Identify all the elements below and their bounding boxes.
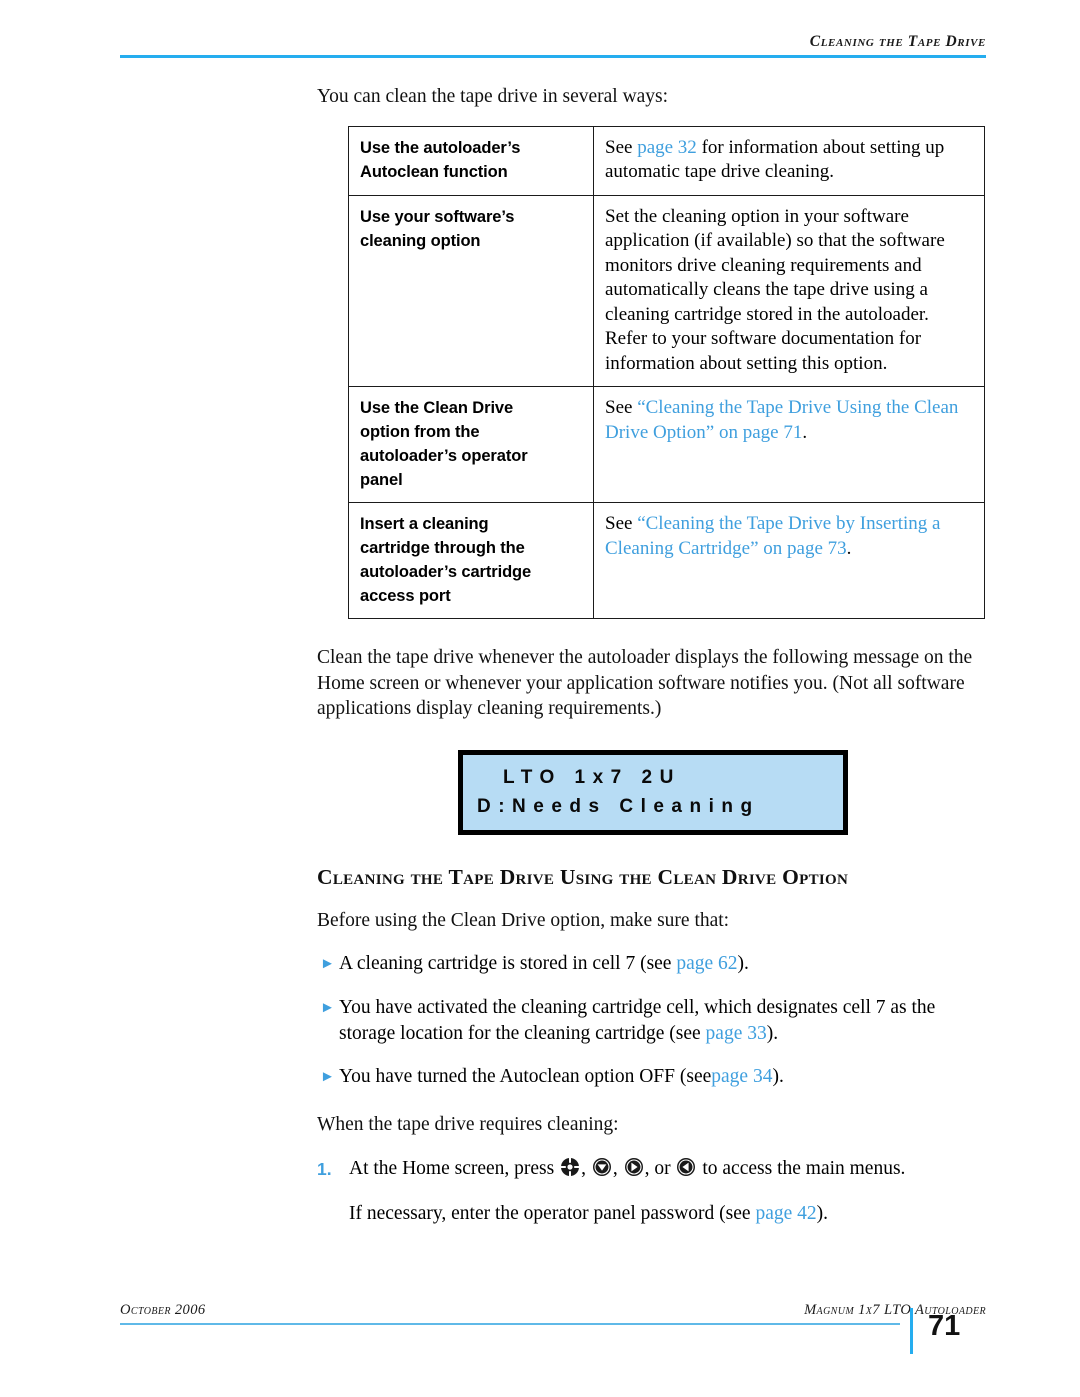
page-link[interactable]: page 62 [676,953,737,974]
footer-rule [120,1323,900,1325]
method-label-line: Use the autoloader’s [360,138,521,157]
cross-reference-link[interactable]: “Cleaning the Tape Drive Using the Clean… [605,397,958,443]
select-button-icon [560,1157,580,1185]
page-link[interactable]: page 33 [706,1023,767,1044]
lcd-line-2: D:Needs Cleaning [477,795,760,817]
bullet-suffix: ). [737,953,749,974]
bullet-text: You have activated the cleaning cartridg… [339,995,989,1046]
method-label-line: option from the [360,423,480,441]
step-substep: If necessary, enter the operator panel p… [349,1201,989,1227]
header-rule [120,54,986,58]
method-description-cell: Set the cleaning option in your software… [593,194,985,387]
page-content: You can clean the tape drive in several … [317,84,989,1226]
description-prefix: See [605,397,638,418]
method-label-line: autoloader’s operator [360,447,528,465]
method-label-line: panel [360,471,403,489]
page-link[interactable]: page 42 [755,1203,816,1224]
bullet-suffix: ). [772,1066,784,1087]
lcd-display-figure: LTO 1x7 2U D:Needs Cleaning [317,749,989,835]
page-number: 71 [928,1310,961,1342]
method-label-cell: Insert a cleaning cartridge through the … [348,502,594,619]
section-intro-paragraph: Before using the Clean Drive option, mak… [317,909,730,931]
step-text: At the Home screen, press , , , or to ac… [349,1156,989,1185]
bullet-text: A cleaning cartridge is stored in cell 7… [339,951,989,977]
method-label-line: Use the Clean Drive [360,399,514,417]
method-description-cell: See page 32 for information about settin… [593,125,985,196]
down-arrow-button-icon [592,1157,612,1185]
method-label-line: Use your software’s [360,207,515,226]
bullet-suffix: ). [766,1022,779,1044]
step-separator: , [581,1157,591,1179]
running-header-title: Cleaning the Tape Drive [809,33,986,50]
method-label-cell: Use the Clean Drive option from the auto… [348,386,594,503]
substep-suffix: ). [816,1202,828,1224]
method-label-line: access port [360,587,451,605]
footer-vertical-divider [910,1308,913,1354]
method-label-cell: Use your software’s cleaning option [348,194,594,387]
bullet-prefix: A cleaning cartridge is stored in cell 7… [339,953,677,974]
method-label-line: Autoclean function [360,162,508,181]
page-header: Cleaning the Tape Drive [120,34,986,58]
description-prefix: Set the cleaning option in your software… [605,205,945,374]
procedure-lead-paragraph: When the tape drive requires cleaning: [317,1114,619,1135]
substep-prefix: If necessary, enter the operator panel p… [349,1202,756,1224]
method-description-cell: See “Cleaning the Tape Drive Using the C… [593,386,985,503]
description-suffix: . [802,421,808,443]
step-suffix: to access the main menus. [697,1157,906,1179]
method-label-line: cleaning option [360,231,481,250]
list-item: ► A cleaning cartridge is stored in cell… [317,951,989,977]
lcd-line-1: LTO 1x7 2U [503,766,681,788]
description-suffix: . [846,537,852,559]
triangle-right-icon: ► [320,956,335,972]
bullet-prefix: You have turned the Autoclean option OFF… [339,1066,712,1087]
table-row: Use your software’s cleaning option Set … [348,194,985,387]
intro-paragraph: You can clean the tape drive in several … [317,86,669,107]
description-prefix: See [605,136,638,158]
page-link[interactable]: page 32 [637,137,697,158]
table-row: Insert a cleaning cartridge through the … [348,502,985,619]
method-label-cell: Use the autoloader’s Autoclean function [348,125,594,196]
method-label-line: Insert a cleaning [360,515,489,533]
section-heading: Cleaning the Tape Drive Using the Clean … [317,864,849,889]
bullet-prefix: You have activated the cleaning cartridg… [339,997,936,1044]
list-item: ► You have turned the Autoclean option O… [317,1064,989,1090]
triangle-right-icon: ► [320,1069,335,1085]
footer-date: October 2006 [120,1302,206,1318]
method-label-line: autoloader’s cartridge [360,563,532,581]
message-paragraph: Clean the tape drive whenever the autolo… [317,647,973,719]
footer-row: October 2006 Magnum 1x7 LTO Autoloader [120,1302,986,1323]
method-description-cell: See “Cleaning the Tape Drive by Insertin… [593,502,985,619]
right-arrow-button-icon [624,1157,644,1185]
step-prefix: At the Home screen, press [349,1157,560,1179]
page-footer: October 2006 Magnum 1x7 LTO Autoloader [120,1302,986,1325]
table-row: Use the autoloader’s Autoclean function … [348,125,985,196]
step-number: 1. [317,1158,332,1179]
step-separator: , [612,1157,623,1179]
procedure-step: 1. At the Home screen, press , , , or to… [317,1156,989,1185]
table-row: Use the Clean Drive option from the auto… [348,386,985,503]
cleaning-methods-table: Use the autoloader’s Autoclean function … [348,125,985,619]
left-arrow-button-icon [676,1157,696,1185]
triangle-right-icon: ► [320,1000,335,1016]
page-link[interactable]: page 34 [711,1066,772,1087]
list-item: ► You have activated the cleaning cartri… [317,995,989,1046]
description-prefix: See [605,513,638,534]
cross-reference-link[interactable]: “Cleaning the Tape Drive by Inserting a … [605,513,940,559]
method-label-line: cartridge through the [360,539,525,557]
bullet-text: You have turned the Autoclean option OFF… [339,1064,989,1090]
step-separator: , or [644,1157,676,1179]
lcd-screen: LTO 1x7 2U D:Needs Cleaning [458,749,848,835]
